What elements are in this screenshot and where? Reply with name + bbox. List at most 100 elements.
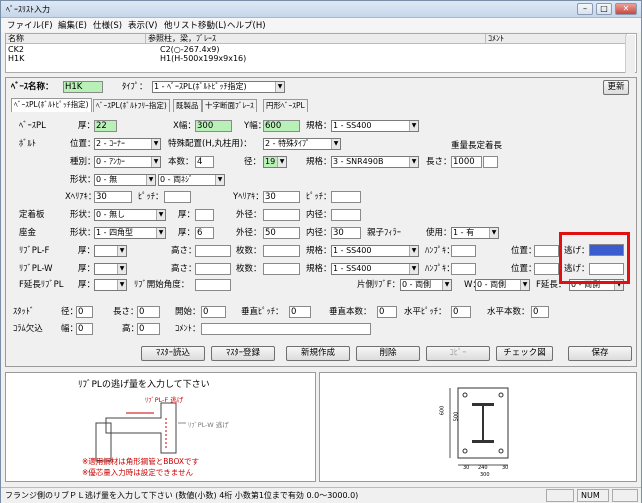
bolt-pos-select[interactable]: 2 - ｺｰﾅｰ ▼ bbox=[94, 138, 161, 150]
bolt-xh-field[interactable]: 30 bbox=[94, 191, 132, 203]
tab-basepl-pitch[interactable]: ﾍﾞｰｽPL(ﾎﾞﾙﾄﾋﾟｯﾁ指定) bbox=[11, 98, 92, 112]
ribw-cnt-field[interactable] bbox=[263, 263, 300, 275]
bolt-yp-field[interactable] bbox=[331, 191, 361, 203]
stud-hp-field[interactable]: 0 bbox=[451, 306, 471, 318]
col-header-name[interactable]: 名称 bbox=[6, 34, 146, 44]
stud-hn-field[interactable]: 0 bbox=[531, 306, 549, 318]
ribf-spec-select[interactable]: 1 - SS400 ▼ bbox=[331, 245, 419, 257]
chevron-down-icon: ▼ bbox=[277, 157, 286, 167]
tab-ready-made[interactable]: 既製品 bbox=[173, 99, 202, 112]
anchor-od-field[interactable] bbox=[263, 209, 300, 221]
ribf-hc-field[interactable] bbox=[451, 245, 476, 257]
new-button[interactable]: 新規作成 bbox=[286, 346, 350, 361]
ribf-pos-field[interactable] bbox=[534, 245, 559, 257]
bolt-xp-field[interactable] bbox=[164, 191, 191, 203]
fext-angle-field[interactable] bbox=[195, 279, 231, 291]
tab-cross-brace[interactable]: 十字断面ﾌﾞﾚｰｽ bbox=[202, 99, 257, 112]
stud-start-field[interactable]: 0 bbox=[201, 306, 226, 318]
menu-help[interactable]: ヘルプ(H) bbox=[227, 19, 266, 31]
anchor-thick-label: 厚： bbox=[178, 210, 196, 220]
notch-h-field[interactable]: 0 bbox=[137, 323, 160, 335]
save-button[interactable]: 保存 bbox=[568, 346, 632, 361]
ribf-label: ﾘﾌﾞPL-F bbox=[19, 246, 50, 256]
fext-thick-select[interactable]: ▼ bbox=[94, 279, 127, 291]
bolt-len-extra-field[interactable] bbox=[483, 156, 498, 168]
bolt-spec-select[interactable]: 3 - SNR490B ▼ bbox=[331, 156, 419, 168]
seat-shape-select[interactable]: 1 - 四角型 ▼ bbox=[94, 227, 166, 239]
delete-button[interactable]: 削除 bbox=[356, 346, 420, 361]
basepl-yw-field[interactable]: 600 bbox=[263, 120, 300, 132]
title-bar: ﾍﾞｰｽﾘｽﾄ入力 – □ ✕ bbox=[1, 1, 641, 18]
ribw-pos-field[interactable] bbox=[534, 263, 559, 275]
stud-vn-field[interactable]: 0 bbox=[377, 306, 397, 318]
stud-start-label: 開始： bbox=[175, 307, 201, 317]
menu-spec[interactable]: 仕様(S) bbox=[93, 19, 122, 31]
bolt-dia-select[interactable]: 19 ▼ bbox=[263, 156, 287, 168]
type-select[interactable]: 1 - ﾍﾞｰｽPL(ﾎﾞﾙﾄﾋﾟｯﾁ指定) ▼ bbox=[152, 81, 285, 93]
fext-w-select[interactable]: 0 - 両側 ▼ bbox=[475, 279, 530, 291]
stud-len-field[interactable]: 0 bbox=[137, 306, 160, 318]
ribf-spec-value: 1 - SS400 bbox=[333, 246, 372, 255]
ribf-spec-label: 規格： bbox=[306, 246, 332, 256]
list-item[interactable]: H1K bbox=[8, 54, 24, 63]
stud-vp-field[interactable]: 0 bbox=[289, 306, 311, 318]
list-item[interactable]: CK2 bbox=[8, 45, 24, 54]
basepl-xw-field[interactable]: 300 bbox=[195, 120, 232, 132]
update-button[interactable]: 更新 bbox=[603, 80, 629, 95]
dim-30a: 30 bbox=[463, 465, 470, 471]
bolt-len-label: 長さ： bbox=[426, 157, 452, 167]
tab-basepl-free[interactable]: ﾍﾞｰｽPL(ﾎﾞﾙﾄﾌﾘｰ指定) bbox=[93, 99, 170, 112]
master-register-button[interactable]: ﾏｽﾀｰ登録 bbox=[211, 346, 275, 361]
ribf-h-field[interactable] bbox=[195, 245, 231, 257]
ribw-spec-select[interactable]: 1 - SS400 ▼ bbox=[331, 263, 419, 275]
ribf-h-label: 高さ： bbox=[171, 246, 197, 256]
bolt-special-select[interactable]: 2 - 特殊ﾀｲﾌﾟ ▼ bbox=[263, 138, 341, 150]
tab-round-basepl[interactable]: 円形ﾍﾞｰｽPL bbox=[263, 99, 308, 112]
seat-use-select[interactable]: 1 - 有 ▼ bbox=[451, 227, 499, 239]
notch-w-field[interactable]: 0 bbox=[76, 323, 93, 335]
anchor-id-field[interactable] bbox=[331, 209, 361, 221]
basepl-spec-select[interactable]: 1 - SS400 ▼ bbox=[331, 120, 419, 132]
list-item-ref[interactable]: C2(○-267.4x9) bbox=[160, 45, 220, 54]
maximize-button[interactable]: □ bbox=[596, 3, 612, 15]
fext-side-select[interactable]: 0 - 両側 ▼ bbox=[400, 279, 452, 291]
base-list[interactable]: 名称 参照柱，梁，ﾌﾞﾚｰｽ ｺﾒﾝﾄ CK2 C2(○-267.4x9) H1… bbox=[5, 33, 637, 73]
ribw-hc-field[interactable] bbox=[451, 263, 476, 275]
bolt-yh-field[interactable]: 30 bbox=[263, 191, 300, 203]
ribf-cnt-field[interactable] bbox=[263, 245, 300, 257]
base-name-field[interactable]: H1K bbox=[63, 81, 103, 93]
check-diagram-button[interactable]: チェック図 bbox=[496, 346, 553, 361]
anchor-thick-field[interactable] bbox=[195, 209, 214, 221]
list-item-ref[interactable]: H1(H-500x199x9x16) bbox=[160, 54, 246, 63]
bolt-shape-select[interactable]: 0 - 無 ▼ bbox=[94, 174, 156, 186]
seat-thick-field[interactable]: 6 bbox=[195, 227, 214, 239]
menu-view[interactable]: 表示(V) bbox=[128, 19, 157, 31]
anchor-shape-select[interactable]: 0 - 無し ▼ bbox=[94, 209, 166, 221]
bolt-len-field[interactable]: 1000 bbox=[451, 156, 482, 168]
ribw-thick-select[interactable]: ▼ bbox=[94, 263, 127, 275]
seat-od-field[interactable]: 50 bbox=[263, 227, 300, 239]
col-header-comment[interactable]: ｺﾒﾝﾄ bbox=[486, 34, 627, 44]
basepl-thick-field[interactable]: 22 bbox=[94, 120, 117, 132]
type-label: ﾀｲﾌﾟ： bbox=[122, 82, 148, 92]
col-header-ref[interactable]: 参照柱，梁，ﾌﾞﾚｰｽ bbox=[146, 34, 486, 44]
stud-dia-field[interactable]: 0 bbox=[76, 306, 93, 318]
copy-button[interactable]: ｺﾋﾟｰ bbox=[426, 346, 490, 361]
menu-list-move[interactable]: 他リスト移動(L) bbox=[164, 19, 226, 31]
chevron-down-icon: ▼ bbox=[117, 280, 126, 290]
minimize-button[interactable]: – bbox=[577, 3, 593, 15]
menu-file[interactable]: ファイル(F) bbox=[7, 19, 53, 31]
close-button[interactable]: ✕ bbox=[615, 3, 637, 15]
notch-comment-field[interactable] bbox=[201, 323, 371, 335]
list-scrollbar[interactable] bbox=[625, 35, 635, 73]
fext-label: F延長ﾘﾌﾞPL bbox=[19, 280, 64, 290]
bolt-kind-select[interactable]: 0 - ｱﾝｶｰ ▼ bbox=[94, 156, 161, 168]
bolt-count-field[interactable]: 4 bbox=[195, 156, 214, 168]
fext-w-value: 0 - 両側 bbox=[477, 280, 507, 289]
seat-id-field[interactable]: 30 bbox=[331, 227, 361, 239]
bolt-thread-select[interactable]: 0 - 両ﾈｼﾞ ▼ bbox=[158, 174, 225, 186]
master-load-button[interactable]: ﾏｽﾀｰ読込 bbox=[141, 346, 205, 361]
ribf-thick-select[interactable]: ▼ bbox=[94, 245, 127, 257]
menu-edit[interactable]: 編集(E) bbox=[58, 19, 87, 31]
ribw-h-field[interactable] bbox=[195, 263, 231, 275]
